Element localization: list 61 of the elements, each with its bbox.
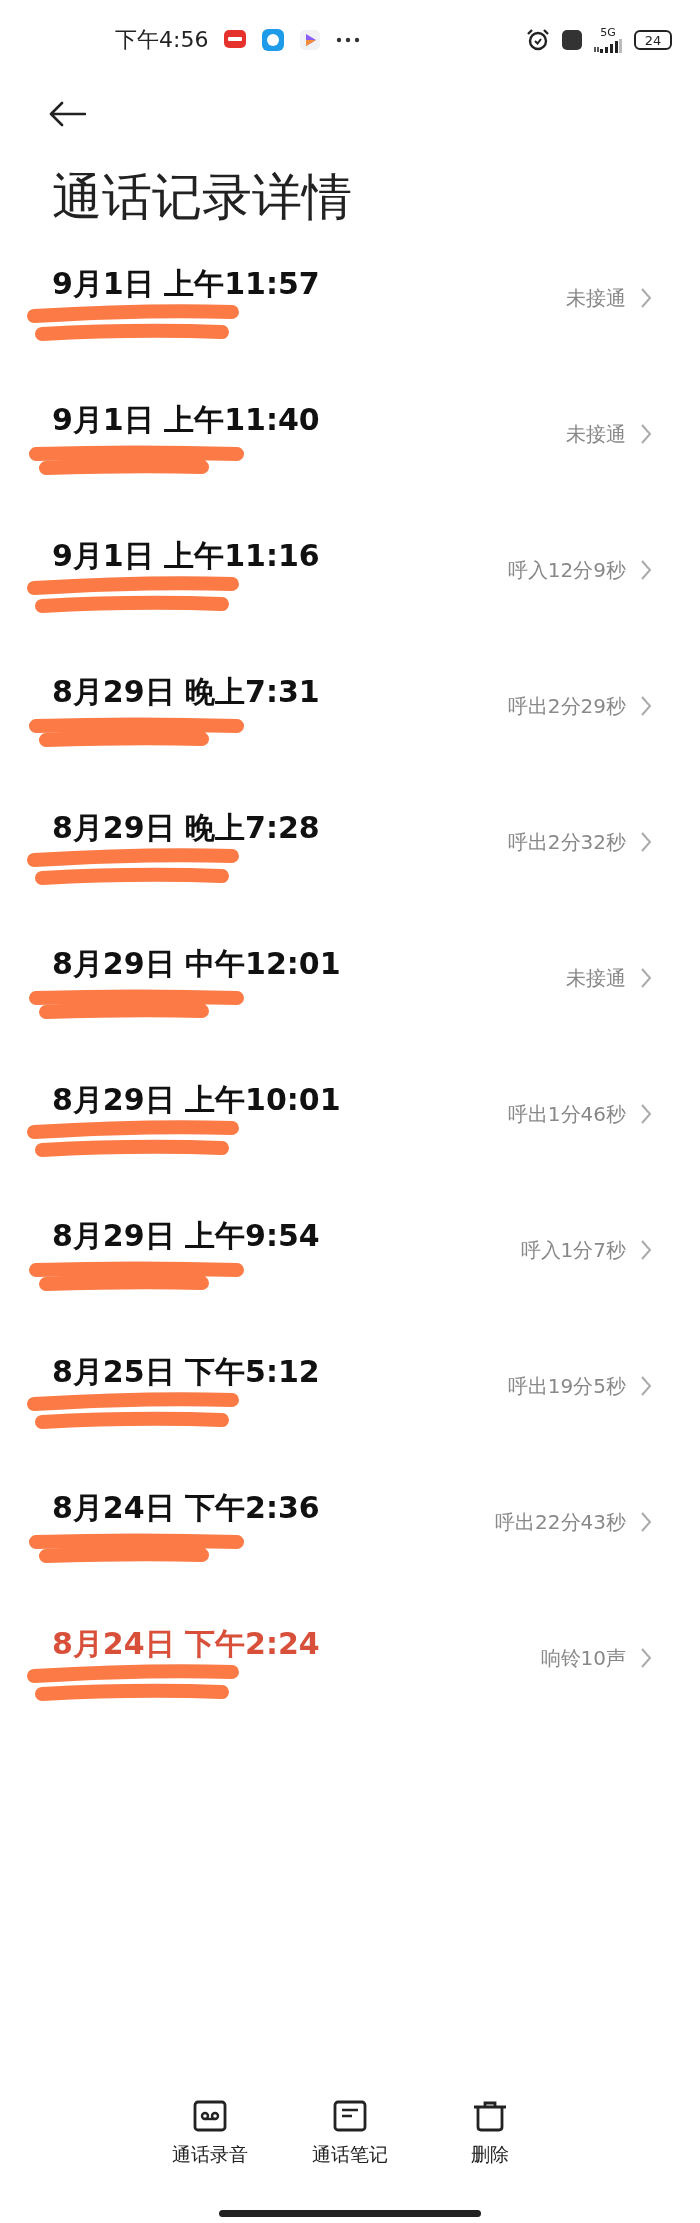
trash-icon bbox=[472, 2100, 508, 2132]
call-status: 呼出19分5秒 bbox=[507, 1372, 626, 1400]
call-status: 未接通 bbox=[566, 284, 626, 312]
call-time: 9月1日 上午11:40 bbox=[52, 401, 320, 439]
alarm-clock-icon bbox=[526, 28, 550, 52]
toolbar-button[interactable]: 删除 bbox=[440, 2100, 540, 2168]
status-time: 下午4:56 bbox=[115, 26, 209, 54]
chevron-right-icon bbox=[640, 423, 652, 445]
chevron-right-icon bbox=[640, 287, 652, 309]
call-time: 8月25日 下午5:12 bbox=[52, 1353, 320, 1391]
call-status: 呼入1分7秒 bbox=[520, 1236, 626, 1264]
call-status: 呼出2分32秒 bbox=[507, 828, 626, 856]
chevron-right-icon bbox=[640, 1511, 652, 1533]
play-icon bbox=[300, 30, 321, 50]
call-record-row[interactable]: 8月29日 上午9:54 呼入1分7秒 bbox=[0, 1216, 700, 1352]
call-status: 未接通 bbox=[566, 420, 626, 448]
call-record-row[interactable]: 8月29日 中午12:01 未接通 bbox=[0, 944, 700, 1080]
call-time: 8月29日 晚上7:28 bbox=[52, 809, 320, 847]
note-icon bbox=[333, 2100, 367, 2132]
call-record-row[interactable]: 8月29日 晚上7:28 呼出2分32秒 bbox=[0, 808, 700, 944]
call-time: 9月1日 上午11:57 bbox=[52, 265, 320, 303]
call-status: 呼出22分43秒 bbox=[495, 1508, 626, 1536]
voicemail-icon bbox=[193, 2100, 227, 2132]
call-record-row[interactable]: 8月24日 下午2:36 呼出22分43秒 bbox=[0, 1488, 700, 1624]
call-record-row[interactable]: 8月24日 下午2:24 响铃10声 bbox=[0, 1624, 700, 1760]
chevron-right-icon bbox=[640, 559, 652, 581]
call-record-row[interactable]: 9月1日 上午11:57 未接通 bbox=[0, 264, 700, 400]
chevron-right-icon bbox=[640, 1103, 652, 1125]
signal-icon bbox=[594, 39, 622, 53]
call-record-row[interactable]: 9月1日 上午11:40 未接通 bbox=[0, 400, 700, 536]
call-record-row[interactable]: 8月25日 下午5:12 呼出19分5秒 bbox=[0, 1352, 700, 1488]
call-record-row[interactable]: 9月1日 上午11:16 呼入12分9秒 bbox=[0, 536, 700, 672]
call-record-row[interactable]: 8月29日 晚上7:31 呼出2分29秒 bbox=[0, 672, 700, 808]
call-time: 8月29日 上午9:54 bbox=[52, 1217, 320, 1255]
call-status: 呼出2分29秒 bbox=[507, 692, 626, 720]
call-status: 呼入12分9秒 bbox=[507, 556, 626, 584]
call-time: 8月29日 晚上7:31 bbox=[52, 673, 320, 711]
chevron-right-icon bbox=[640, 967, 652, 989]
call-time: 8月24日 下午2:36 bbox=[52, 1489, 320, 1527]
chevron-right-icon bbox=[640, 1647, 652, 1669]
toolbar-button[interactable]: 通话录音 bbox=[160, 2100, 260, 2168]
call-time: 8月24日 下午2:24 bbox=[52, 1625, 320, 1663]
app-notification-icon bbox=[262, 29, 285, 51]
battery-indicator: 24 bbox=[634, 30, 672, 50]
chevron-right-icon bbox=[640, 695, 652, 717]
more-icon bbox=[336, 37, 361, 43]
toolbar-button[interactable]: 通话笔记 bbox=[300, 2100, 400, 2168]
call-time: 8月29日 上午10:01 bbox=[52, 1081, 341, 1119]
app-notification-icon bbox=[224, 30, 247, 50]
back-arrow-icon bbox=[48, 101, 86, 127]
call-status: 呼出1分46秒 bbox=[507, 1100, 626, 1128]
page-title: 通话记录详情 bbox=[52, 167, 353, 228]
chevron-right-icon bbox=[640, 1239, 652, 1261]
call-record-row[interactable]: 8月29日 上午10:01 呼出1分46秒 bbox=[0, 1080, 700, 1216]
call-time: 8月29日 中午12:01 bbox=[52, 945, 341, 983]
call-status: 未接通 bbox=[566, 964, 626, 992]
chevron-right-icon bbox=[640, 831, 652, 853]
call-status: 响铃10声 bbox=[540, 1644, 626, 1672]
network-type: 5G bbox=[600, 27, 616, 39]
call-time: 9月1日 上午11:16 bbox=[52, 537, 320, 575]
chevron-right-icon bbox=[640, 1375, 652, 1397]
